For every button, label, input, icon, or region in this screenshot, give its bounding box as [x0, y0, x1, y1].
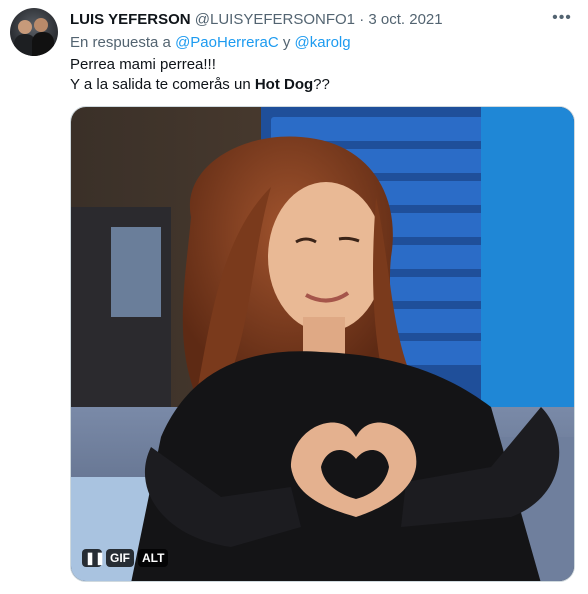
pause-button[interactable]: ❚❚: [82, 549, 105, 567]
tweet-text: Perrea mami perrea!!! Y a la salida te c…: [70, 55, 330, 95]
reply-context: En respuesta a @PaoHerreraC y @karolg: [70, 33, 351, 53]
gif-media[interactable]: [70, 106, 575, 582]
more-icon[interactable]: •••: [552, 8, 572, 28]
reply-prefix: En respuesta a: [70, 34, 171, 51]
tweet-header: LUIS YEFERSON @LUISYEFERSONFO1 · 3 oct. …: [70, 10, 548, 30]
alt-button[interactable]: ALT: [138, 549, 169, 567]
separator: ·: [359, 11, 365, 28]
mention-link-2[interactable]: @karolg: [295, 34, 351, 51]
media-controls: ❚❚ GIF ALT: [82, 549, 169, 567]
mention-link-1[interactable]: @PaoHerreraC: [175, 34, 279, 51]
author-handle[interactable]: @LUISYEFERSONFO1: [195, 11, 355, 28]
avatar[interactable]: [10, 8, 58, 56]
tweet-text-line-2: Y a la salida te comerås un Hot Dog??: [70, 76, 330, 93]
tweet-text-bold: Hot Dog: [254, 76, 314, 93]
reply-conjunction: y: [282, 34, 291, 51]
tweet[interactable]: LUIS YEFERSON @LUISYEFERSONFO1 · 3 oct. …: [0, 0, 588, 594]
tweet-text-line-1: Perrea mami perrea!!!: [70, 56, 216, 73]
author-name[interactable]: LUIS YEFERSON: [70, 11, 191, 28]
gif-badge: GIF: [106, 549, 134, 567]
tweet-date[interactable]: 3 oct. 2021: [368, 11, 442, 28]
